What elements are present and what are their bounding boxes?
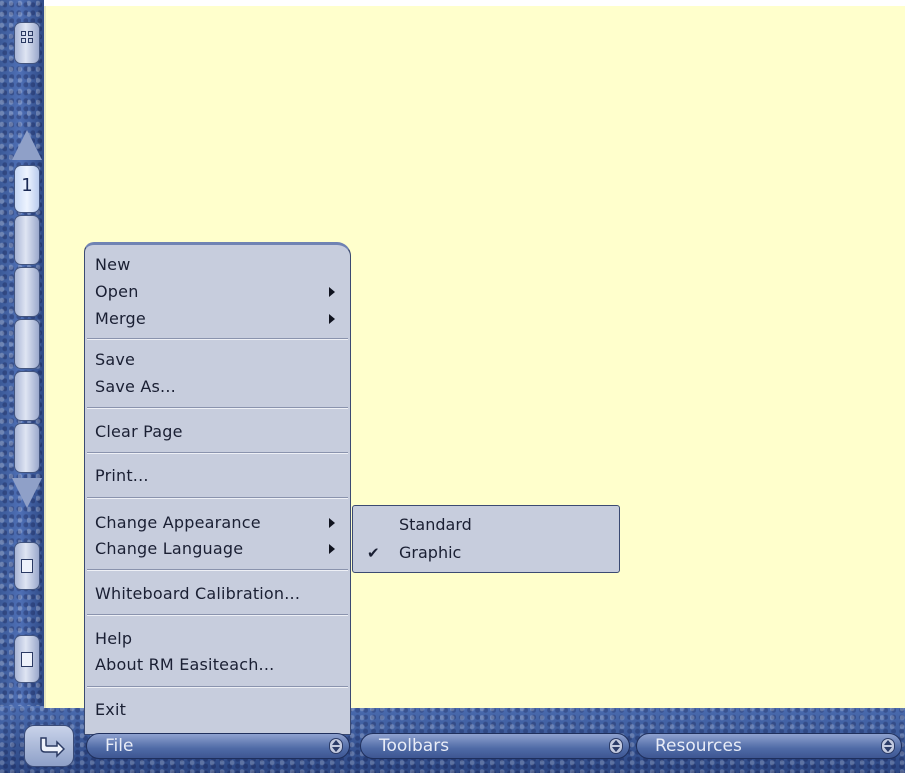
toolbars-menu-button[interactable]: Toolbars [360, 733, 630, 759]
submenu-item-graphic[interactable]: ✔ Graphic [353, 540, 613, 566]
menu-label: Change Appearance [95, 513, 261, 532]
menu-label: Help [95, 629, 133, 648]
submenu-arrow-icon [329, 544, 335, 554]
menu-item-save-as[interactable]: Save As... [95, 375, 345, 399]
grid-icon [21, 31, 33, 43]
menu-separator [87, 614, 348, 616]
file-menu-button[interactable]: File [86, 733, 350, 759]
page-down-arrow-icon[interactable] [12, 478, 42, 508]
menu-label: Clear Page [95, 422, 183, 441]
page-up-arrow-icon[interactable] [12, 130, 42, 160]
resources-menu-button[interactable]: Resources [636, 733, 902, 759]
menu-item-print[interactable]: Print... [95, 464, 345, 488]
toolbars-button-label: Toolbars [379, 736, 450, 756]
page-1-button[interactable]: 1 [14, 165, 40, 213]
submenu-arrow-icon [329, 314, 335, 324]
menu-label: Whiteboard Calibration... [95, 584, 301, 603]
page-slot-4[interactable] [14, 319, 40, 369]
menu-item-change-language[interactable]: Change Language [95, 537, 345, 561]
file-menu: New Open Merge Save Save As... Clear Pag… [84, 242, 351, 735]
check-icon: ✔ [367, 544, 380, 562]
page-slot-2[interactable] [14, 215, 40, 265]
menu-separator [87, 452, 348, 454]
new-page-icon [21, 652, 33, 667]
menu-item-exit[interactable]: Exit [95, 698, 345, 722]
menu-separator [87, 407, 348, 409]
page-slot-5[interactable] [14, 371, 40, 421]
menu-item-whiteboard-calibration[interactable]: Whiteboard Calibration... [95, 582, 345, 606]
back-button[interactable] [24, 725, 74, 767]
menu-separator [87, 497, 348, 499]
submenu-arrow-icon [329, 287, 335, 297]
page-icon [21, 559, 33, 573]
page-number: 1 [21, 175, 33, 196]
menu-label: New [95, 255, 131, 274]
page-sorter-button[interactable] [14, 22, 40, 64]
page-view-button[interactable] [14, 542, 40, 590]
menu-item-help[interactable]: Help [95, 627, 345, 651]
updown-icon [609, 738, 623, 754]
menu-label: Change Language [95, 539, 244, 558]
submenu-arrow-icon [329, 518, 335, 528]
menu-label: Save As... [95, 377, 176, 396]
menu-separator [87, 686, 348, 688]
menu-separator [87, 338, 348, 340]
menu-label: Open [95, 282, 139, 301]
curved-arrow-icon [40, 737, 65, 758]
submenu-item-standard[interactable]: Standard [399, 512, 472, 538]
updown-icon [881, 738, 895, 754]
menu-label: Save [95, 350, 136, 369]
page-slot-6[interactable] [14, 423, 40, 473]
updown-icon [329, 738, 343, 754]
appearance-submenu: Standard ✔ Graphic [352, 505, 620, 573]
menu-item-change-appearance[interactable]: Change Appearance [95, 511, 345, 535]
submenu-label: Standard [399, 515, 472, 534]
menu-item-save[interactable]: Save [95, 348, 345, 372]
page-slot-3[interactable] [14, 267, 40, 317]
menu-item-about[interactable]: About RM Easiteach... [95, 653, 345, 677]
submenu-label: Graphic [399, 543, 462, 562]
file-button-label: File [105, 736, 134, 756]
menu-item-clear-page[interactable]: Clear Page [95, 420, 345, 444]
menu-label: Print... [95, 466, 149, 485]
menu-item-new[interactable]: New [95, 253, 345, 277]
new-page-button[interactable] [14, 635, 40, 683]
menu-item-merge[interactable]: Merge [95, 307, 345, 331]
resources-button-label: Resources [655, 736, 742, 756]
menu-label: Exit [95, 700, 127, 719]
menu-item-open[interactable]: Open [95, 280, 345, 304]
menu-separator [87, 569, 348, 571]
menu-label: About RM Easiteach... [95, 655, 275, 674]
menu-label: Merge [95, 309, 146, 328]
